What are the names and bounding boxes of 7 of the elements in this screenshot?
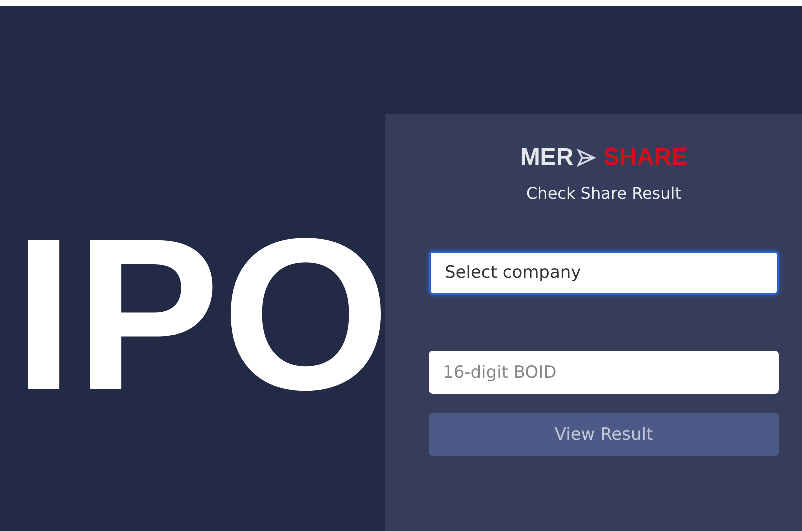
hero-heading: IPO bbox=[14, 206, 392, 422]
company-select[interactable]: Select company bbox=[429, 251, 779, 295]
form-title: Check Share Result bbox=[526, 184, 682, 203]
logo-text: MER bbox=[520, 144, 574, 172]
boid-input-field[interactable]: 16-digit BOID bbox=[429, 351, 779, 394]
logo-icon bbox=[574, 147, 599, 169]
logo-text: SHARE bbox=[604, 144, 688, 172]
